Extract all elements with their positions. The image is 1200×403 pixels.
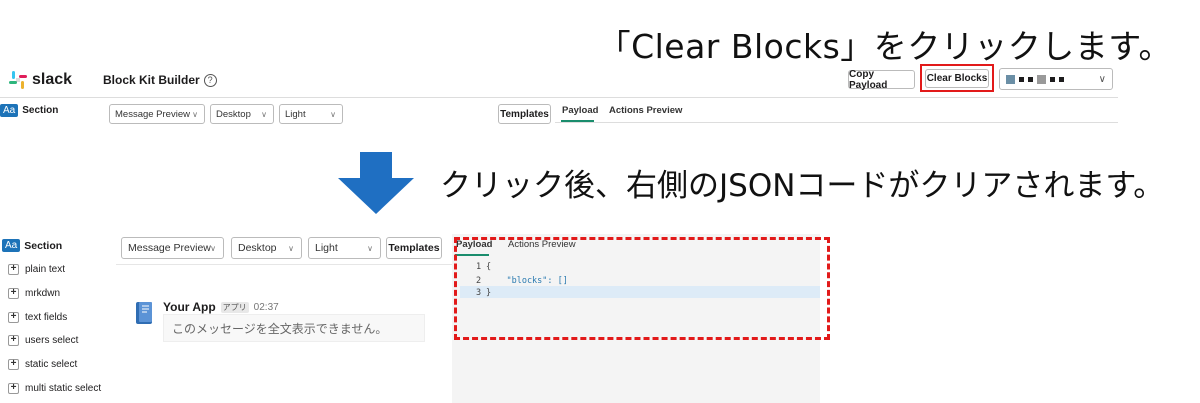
sidebar-item-label: multi static select bbox=[25, 383, 102, 394]
step2-caption: クリック後、右側のJSONコードがクリアされます。 bbox=[440, 168, 1165, 204]
top-screenshot: slack Block Kit Builder ? Copy Payload C… bbox=[0, 64, 1118, 124]
chevron-down-icon: ∨ bbox=[261, 109, 267, 119]
select-value: Light bbox=[315, 242, 338, 254]
select-value: Desktop bbox=[216, 108, 251, 120]
copy-payload-button[interactable]: Copy Payload bbox=[848, 69, 915, 91]
app-avatar-icon bbox=[136, 302, 152, 324]
clear-blocks-button[interactable]: Clear Blocks bbox=[925, 69, 989, 88]
chevron-down-icon: ∨ bbox=[367, 243, 373, 253]
step1-caption: 「Clear Blocks」をクリックします。 bbox=[597, 27, 1172, 66]
templates-button[interactable]: Templates bbox=[386, 237, 442, 259]
preview-select[interactable]: Message Preview ∨ bbox=[121, 237, 224, 259]
sidebar-item-mrkdwn[interactable]: + mrkdwn bbox=[8, 288, 60, 299]
plus-icon: + bbox=[8, 335, 19, 346]
sidebar-item-multi-static-select[interactable]: + multi static select bbox=[8, 383, 101, 394]
plus-icon: + bbox=[8, 359, 19, 370]
message-time[interactable]: 02:37 bbox=[254, 302, 279, 313]
sidebar-item-label: mrkdwn bbox=[25, 288, 61, 299]
sidebar-item-static-select[interactable]: + static select bbox=[8, 359, 77, 370]
redacted-block bbox=[1019, 76, 1024, 82]
slack-wordmark: slack bbox=[32, 71, 73, 88]
sidebar-item-label: users select bbox=[25, 335, 79, 346]
chevron-down-icon: ∨ bbox=[330, 109, 336, 119]
chevron-down-icon: ∨ bbox=[210, 243, 216, 253]
tab-actions-preview[interactable]: Actions Preview bbox=[609, 105, 682, 116]
plus-icon: + bbox=[8, 383, 19, 394]
app-name[interactable]: Your App bbox=[163, 300, 216, 314]
preview-select[interactable]: Message Preview ∨ bbox=[109, 104, 205, 124]
app-badge: アプリ bbox=[220, 301, 249, 313]
redacted-block bbox=[1028, 76, 1033, 82]
section-icon: Aa bbox=[2, 239, 21, 252]
device-select[interactable]: Desktop ∨ bbox=[231, 237, 302, 259]
sidebar-item-label: static select bbox=[25, 359, 78, 370]
templates-button[interactable]: Templates bbox=[498, 104, 551, 124]
sidebar-section-item[interactable]: Aa Section bbox=[0, 104, 58, 117]
cleared-json-highlight bbox=[454, 237, 830, 340]
select-value: Desktop bbox=[238, 242, 277, 254]
sidebar-item-users-select[interactable]: + users select bbox=[8, 335, 78, 346]
chevron-down-icon: ∨ bbox=[288, 243, 294, 253]
app-title: Block Kit Builder ? bbox=[103, 73, 217, 87]
theme-select[interactable]: Light ∨ bbox=[279, 104, 343, 124]
redacted-block bbox=[1059, 76, 1064, 82]
sidebar-item-label: plain text bbox=[25, 264, 66, 275]
message-body: このメッセージを全文表示できません。 bbox=[163, 314, 425, 342]
slack-hash-icon bbox=[9, 71, 27, 89]
section-icon: Aa bbox=[0, 104, 19, 117]
plus-icon: + bbox=[8, 288, 19, 299]
arrow-down-icon bbox=[338, 152, 414, 214]
message-header: Your App アプリ 02:37 bbox=[163, 300, 279, 314]
redacted-block bbox=[1037, 74, 1046, 84]
plus-icon: + bbox=[8, 312, 19, 323]
tab-divider bbox=[555, 122, 1118, 123]
plus-icon: + bbox=[8, 264, 19, 275]
tab-payload[interactable]: Payload bbox=[562, 105, 598, 116]
chevron-down-icon: ∨ bbox=[1098, 73, 1106, 85]
workspace-switcher[interactable]: ∨ bbox=[999, 68, 1113, 90]
bottom-screenshot: Aa Section + plain text + mrkdwn + text fie… bbox=[0, 234, 830, 403]
help-icon[interactable]: ? bbox=[203, 73, 217, 87]
chevron-down-icon: ∨ bbox=[192, 109, 198, 119]
theme-select[interactable]: Light ∨ bbox=[308, 237, 381, 259]
select-value: Light bbox=[285, 108, 306, 120]
section-label: Section bbox=[24, 239, 63, 252]
workspace-avatar bbox=[1006, 74, 1015, 84]
header-divider bbox=[0, 97, 1118, 98]
select-value: Message Preview bbox=[115, 108, 190, 120]
sidebar-section-item[interactable]: Aa Section bbox=[2, 239, 62, 252]
preview-divider bbox=[116, 264, 452, 265]
slack-logo[interactable]: slack bbox=[8, 70, 72, 90]
select-value: Message Preview bbox=[128, 242, 211, 254]
device-select[interactable]: Desktop ∨ bbox=[210, 104, 274, 124]
sidebar-item-plain-text[interactable]: + plain text bbox=[8, 264, 65, 275]
sidebar-item-text-fields[interactable]: + text fields bbox=[8, 312, 67, 323]
sidebar-item-label: text fields bbox=[25, 312, 68, 323]
section-label: Section bbox=[22, 105, 59, 116]
redacted-block bbox=[1050, 76, 1055, 82]
